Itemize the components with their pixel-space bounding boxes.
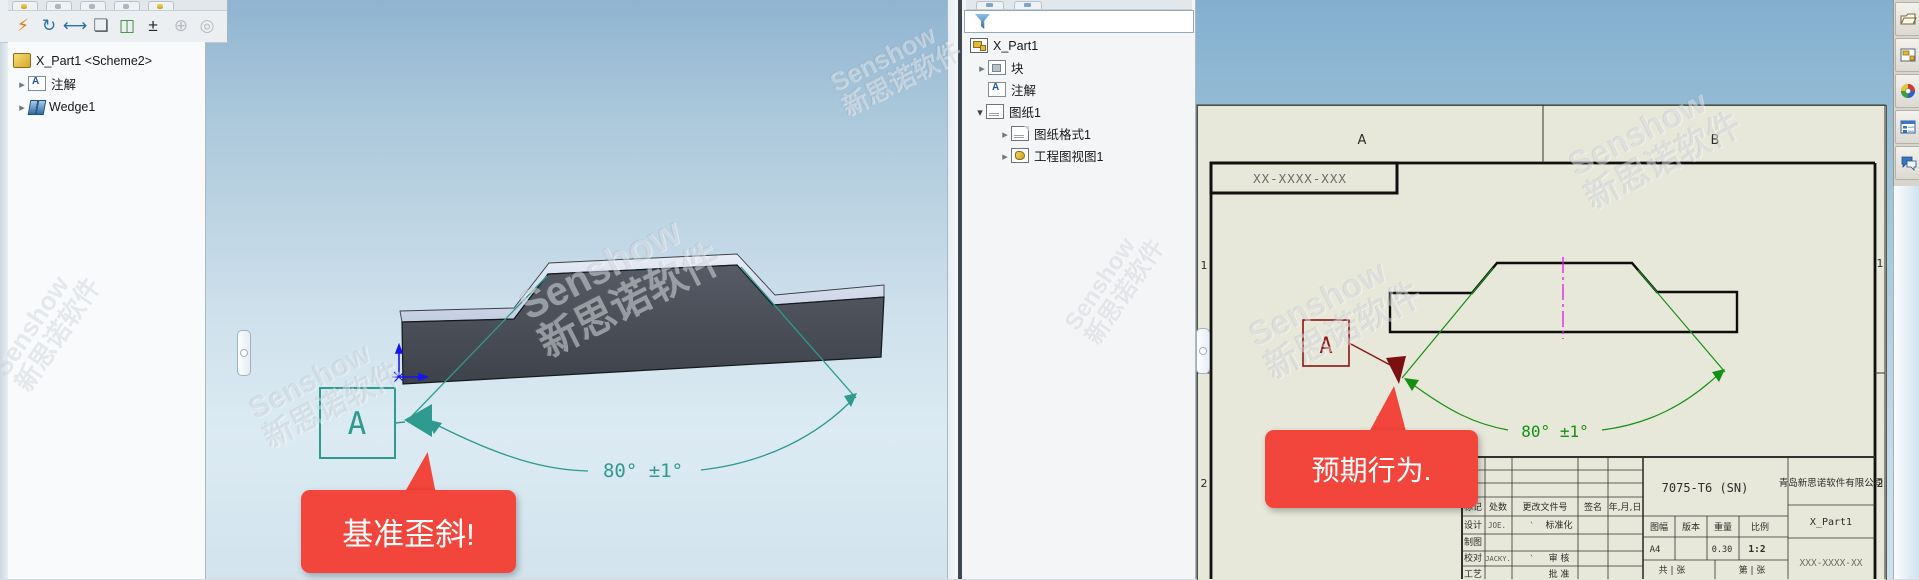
tree-item-wedge1[interactable]: Wedge1: [16, 97, 95, 116]
tree-item-annotations[interactable]: 注解: [16, 74, 76, 93]
instant-regen-icon[interactable]: ⚡: [10, 12, 36, 39]
doc-tab-2[interactable]: [46, 1, 72, 10]
tree-item-blocks[interactable]: 块: [976, 58, 1024, 77]
expander-icon[interactable]: [16, 77, 28, 91]
task-pane-collapsed[interactable]: [1893, 186, 1919, 579]
tree-tab-1[interactable]: [976, 1, 1004, 9]
tree-item-sheet1[interactable]: 图纸1: [974, 102, 1041, 121]
drawing-sheet: [1197, 105, 1887, 580]
expander-down-icon[interactable]: [974, 105, 986, 119]
task-form-icon[interactable]: [1895, 110, 1919, 144]
drawing-tree-panel: X_Part1 块 注解 图纸1 图纸格式1 工程图视图1: [962, 0, 1196, 579]
expander-icon[interactable]: [999, 127, 1011, 141]
tree-item-annotations-drawing[interactable]: 注解: [988, 80, 1036, 99]
expander-icon[interactable]: [16, 100, 28, 114]
tree-item-label: 图纸1: [1009, 102, 1041, 121]
task-pane-toolbar: [1893, 0, 1919, 186]
wedge-feature-icon: [28, 100, 44, 113]
quick-toolbar: ⚡ ↻ ⟷ ❏ ◫ ± ⊕ ◎: [8, 11, 227, 41]
doc-tab-3[interactable]: [80, 1, 106, 10]
part-icon: [13, 53, 31, 68]
callout-text: 基准歪斜!: [342, 509, 475, 554]
measure-icon[interactable]: ⟷: [62, 12, 88, 39]
annotations-folder-icon: [988, 82, 1006, 97]
drawing-view-icon: [1011, 148, 1029, 163]
pane-splitter-handle-left[interactable]: [237, 330, 251, 376]
tree-item-label: 注解: [1011, 80, 1036, 99]
sheet-icon: [986, 104, 1004, 119]
tree-item-label: X_Part1: [993, 39, 1038, 53]
tree-filter-input[interactable]: [964, 10, 1194, 33]
tree-item-xpart1[interactable]: X_Part1 <Scheme2>: [13, 51, 152, 70]
annotations-folder-icon: [28, 76, 46, 91]
document-tab-strip[interactable]: [8, 0, 227, 11]
preview-window-icon[interactable]: ◫: [114, 12, 140, 39]
tolerance-display-icon[interactable]: ±: [140, 12, 166, 39]
doc-tab-1[interactable]: [12, 1, 38, 10]
selection-box-icon[interactable]: ❏: [88, 12, 114, 39]
blocks-folder-icon: [988, 60, 1006, 75]
drawing-tab-strip[interactable]: [966, 0, 1192, 10]
doc-tab-5[interactable]: [148, 1, 174, 10]
tree-item-label: 工程图视图1: [1034, 146, 1103, 165]
tree-item-label: Wedge1: [49, 100, 95, 114]
tree-item-label: X_Part1 <Scheme2>: [36, 54, 152, 68]
sheet-format-icon: [1011, 126, 1029, 141]
refresh-references-icon[interactable]: ↻: [36, 12, 62, 39]
window-separator: [958, 0, 962, 579]
pane-splitter-handle-right[interactable]: [1196, 328, 1210, 374]
tree-tab-2[interactable]: [1014, 1, 1042, 9]
tree-item-sheet-format1[interactable]: 图纸格式1: [999, 124, 1091, 143]
drawing-document-icon: [970, 38, 988, 53]
expander-icon[interactable]: [976, 61, 988, 75]
tree-item-drawing-view1[interactable]: 工程图视图1: [999, 146, 1103, 165]
target-icon[interactable]: ⊕: [168, 12, 194, 39]
tree-item-xpart1-drawing[interactable]: X_Part1: [970, 36, 1038, 55]
comments-icon[interactable]: [1895, 146, 1919, 180]
expander-icon[interactable]: [999, 149, 1011, 163]
annotation-callout-expected-behavior: 预期行为.: [1265, 430, 1478, 508]
annotation-callout-datum-skewed: 基准歪斜!: [301, 490, 516, 573]
move-icon[interactable]: ◎: [194, 12, 220, 39]
doc-tab-4[interactable]: [114, 1, 140, 10]
filter-funnel-icon: [975, 14, 990, 29]
feature-tree-panel: X_Part1 <Scheme2> 注解 Wedge1: [8, 42, 206, 579]
tree-item-label: 图纸格式1: [1034, 124, 1091, 143]
tree-item-label: 块: [1011, 58, 1024, 77]
drawing-part-icon[interactable]: [1895, 38, 1919, 72]
senshow-web-icon[interactable]: [1895, 74, 1919, 108]
callout-text: 预期行为.: [1312, 449, 1432, 489]
tree-item-label: 注解: [51, 74, 76, 93]
open-document-icon[interactable]: [1895, 2, 1919, 36]
left-toolbar-area: ⚡ ↻ ⟷ ❏ ◫ ± ⊕ ◎: [0, 0, 228, 43]
